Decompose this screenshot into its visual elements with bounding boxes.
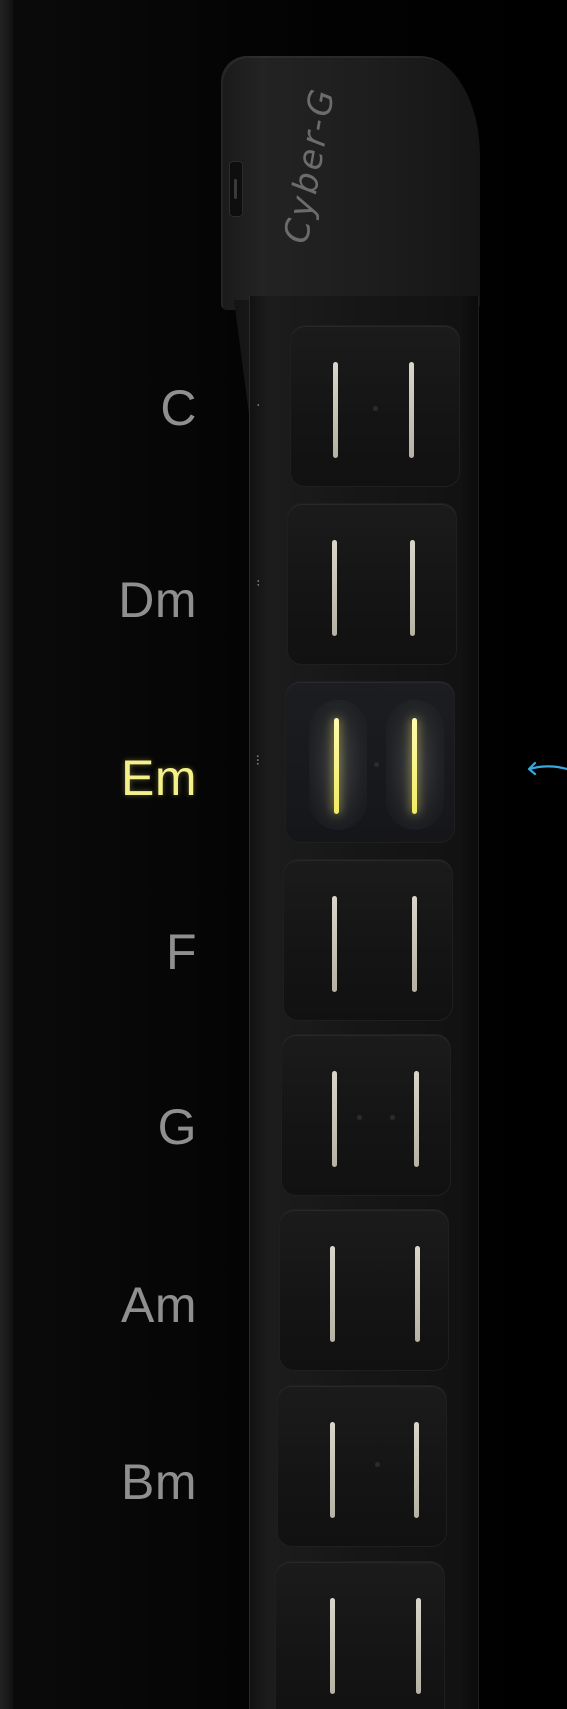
fret-pad-bm[interactable] (278, 1386, 446, 1546)
fret-pad-f[interactable] (284, 860, 452, 1020)
string-key-left (330, 1422, 335, 1518)
pad-dot (390, 1115, 395, 1120)
string-key-right (415, 1246, 420, 1342)
string-key-left (330, 1246, 335, 1342)
left-edge-strip (0, 0, 13, 1709)
guitar-headstock (221, 56, 480, 310)
string-key-right (409, 362, 414, 458)
pad-dot (373, 406, 378, 411)
chord-label-c[interactable]: C (27, 378, 197, 438)
chord-label-em[interactable]: Em (27, 748, 197, 808)
page: C Dm Em F G Am Bm Cyber-G · ·· ··· (0, 0, 567, 1709)
fret-pad-dm[interactable] (288, 504, 456, 664)
fret-side-mark: ·· (250, 579, 265, 587)
string-key-right (412, 896, 417, 992)
string-key-left (332, 896, 337, 992)
pad-dot (374, 762, 379, 767)
chord-label-f[interactable]: F (27, 922, 197, 982)
string-key-left-lit (334, 718, 339, 814)
fret-pad-partial (276, 1562, 444, 1709)
chord-label-dm[interactable]: Dm (27, 570, 197, 630)
fret-pad-g[interactable] (282, 1035, 450, 1195)
string-key-left (333, 362, 338, 458)
fret-pad-c[interactable] (291, 326, 459, 486)
fret-pad-em[interactable] (286, 682, 454, 842)
string-key-right (414, 1071, 419, 1167)
pad-dot (357, 1115, 362, 1120)
chord-label-am[interactable]: Am (27, 1275, 197, 1335)
string-key-left (330, 1598, 335, 1694)
string-key-left (332, 540, 337, 636)
string-key-right-lit (412, 718, 417, 814)
fret-side-mark: · (250, 403, 265, 407)
fret-pad-am[interactable] (280, 1210, 448, 1370)
arrow-left-icon (527, 761, 567, 776)
chord-label-bm[interactable]: Bm (27, 1452, 197, 1512)
pad-dot (375, 1462, 380, 1467)
string-key-right (410, 540, 415, 636)
string-key-left (332, 1071, 337, 1167)
fret-side-mark: ··· (250, 754, 265, 766)
headstock-port-icon (229, 161, 243, 217)
string-key-right (414, 1422, 419, 1518)
string-key-right (416, 1598, 421, 1694)
chord-label-g[interactable]: G (27, 1097, 197, 1157)
